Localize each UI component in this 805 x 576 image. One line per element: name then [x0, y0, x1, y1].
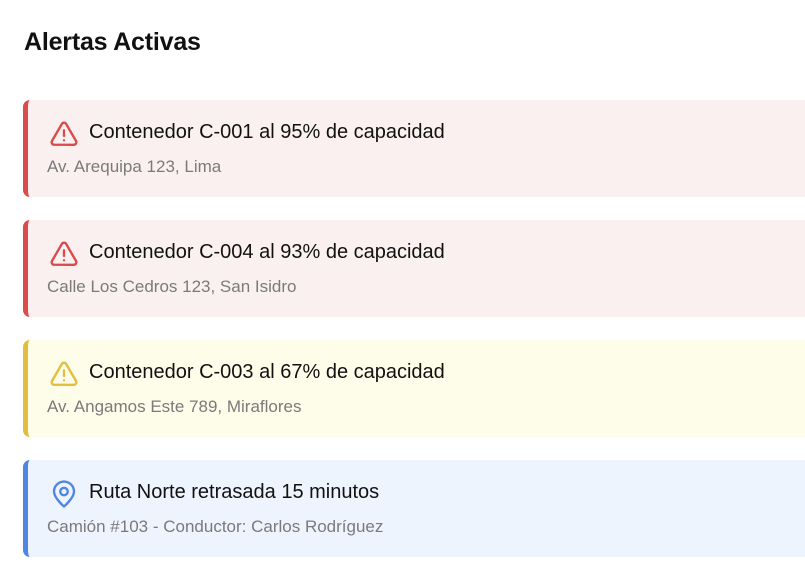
warning-triangle-icon — [49, 119, 79, 149]
alert-detail: Camión #103 - Conductor: Carlos Rodrígue… — [47, 517, 384, 536]
panel-title: Alertas Activas — [24, 28, 201, 56]
alerts-list: Contenedor C-001 al 95% de capacidad Av.… — [23, 100, 805, 576]
map-pin-icon — [49, 479, 79, 509]
alert-item[interactable]: Contenedor C-001 al 95% de capacidad Av.… — [23, 100, 805, 197]
warning-triangle-icon — [49, 239, 79, 269]
alert-headline: Contenedor C-004 al 93% de capacidad — [89, 241, 445, 263]
alert-detail: Av. Arequipa 123, Lima — [47, 157, 222, 176]
alert-detail: Av. Angamos Este 789, Miraflores — [47, 397, 302, 416]
alert-headline: Ruta Norte retrasada 15 minutos — [89, 481, 380, 503]
alert-item[interactable]: Ruta Norte retrasada 15 minutos Camión #… — [23, 460, 805, 557]
warning-triangle-icon — [49, 359, 79, 389]
alert-item[interactable]: Contenedor C-004 al 93% de capacidad Cal… — [23, 220, 805, 317]
alert-headline: Contenedor C-001 al 95% de capacidad — [89, 121, 445, 143]
alert-item[interactable]: Contenedor C-003 al 67% de capacidad Av.… — [23, 340, 805, 437]
active-alerts-panel: Alertas Activas Contenedor C-001 al 95% … — [0, 0, 805, 576]
alert-detail: Calle Los Cedros 123, San Isidro — [47, 277, 297, 296]
alert-headline: Contenedor C-003 al 67% de capacidad — [89, 361, 445, 383]
